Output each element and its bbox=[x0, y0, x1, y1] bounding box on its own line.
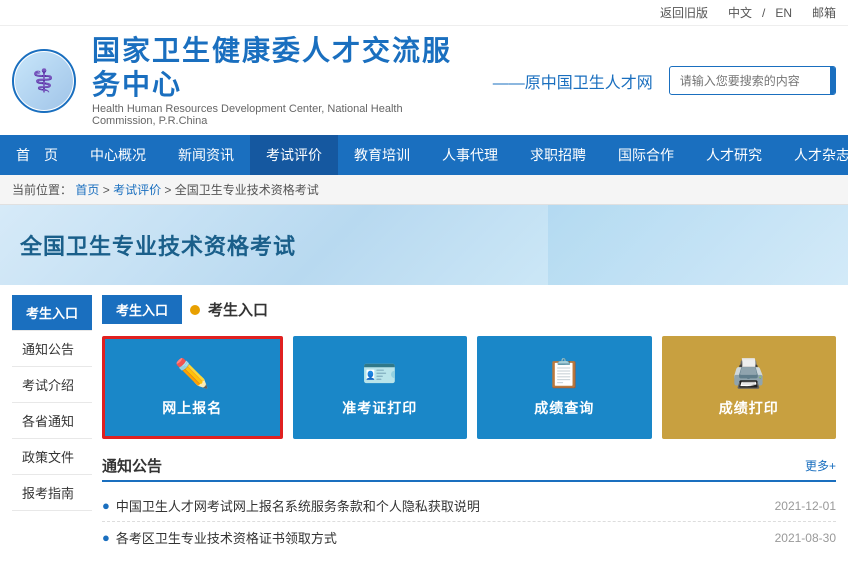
main-content: 考生入口 通知公告 考试介绍 各省通知 政策文件 报考指南 考生入口 考生入口 … bbox=[0, 285, 848, 565]
sidebar: 考生入口 通知公告 考试介绍 各省通知 政策文件 报考指南 bbox=[12, 295, 92, 553]
banner: 全国卫生专业技术资格考试 bbox=[0, 205, 848, 285]
sidebar-item-notice[interactable]: 通知公告 bbox=[12, 331, 92, 367]
sidebar-item-policy[interactable]: 政策文件 bbox=[12, 439, 92, 475]
online-register-button[interactable]: ✏️ 网上报名 bbox=[102, 336, 283, 439]
register-label: 网上报名 bbox=[162, 398, 222, 418]
lang-cn-link[interactable]: 中文 bbox=[728, 4, 752, 21]
header: ⚕️ 国家卫生健康委人才交流服务中心 Health Human Resource… bbox=[0, 26, 848, 135]
action-grid: ✏️ 网上报名 🪪 准考证打印 📋 成绩查询 🖨️ 成绩打印 bbox=[102, 336, 836, 439]
main-nav: 首 页 中心概况 新闻资讯 考试评价 教育培训 人事代理 求职招聘 国际合作 人… bbox=[0, 135, 848, 175]
section-tab[interactable]: 考生入口 bbox=[102, 295, 182, 324]
header-title-en: Health Human Resources Development Cente… bbox=[92, 103, 469, 127]
breadcrumb-exam[interactable]: 考试评价 bbox=[113, 183, 161, 197]
notice-date-1: 2021-12-01 bbox=[775, 499, 836, 513]
content-area: 考生入口 考生入口 ✏️ 网上报名 🪪 准考证打印 📋 成绩查询 🖨️ 成绩打印 bbox=[92, 295, 836, 553]
logo-inner: ⚕️ bbox=[15, 52, 73, 110]
nav-news[interactable]: 新闻资讯 bbox=[162, 135, 250, 175]
score-print-button[interactable]: 🖨️ 成绩打印 bbox=[662, 336, 837, 439]
nav-home[interactable]: 首 页 bbox=[0, 135, 74, 175]
score-print-label: 成绩打印 bbox=[719, 398, 779, 418]
lang-en-link[interactable]: EN bbox=[775, 6, 792, 20]
header-slogan: ——原中国卫生人才网 bbox=[493, 69, 653, 93]
notice-bullet: ● bbox=[102, 530, 110, 545]
admit-card-label: 准考证打印 bbox=[342, 398, 417, 418]
notice-link-2[interactable]: 各考区卫生专业技术资格证书领取方式 bbox=[116, 528, 765, 547]
nav-research[interactable]: 人才研究 bbox=[690, 135, 778, 175]
notice-link-1[interactable]: 中国卫生人才网考试网上报名系统服务条款和个人隐私获取说明 bbox=[116, 496, 765, 515]
admit-card-icon: 🪪 bbox=[362, 357, 397, 390]
breadcrumb-prefix: 当前位置： bbox=[12, 183, 72, 197]
admit-card-button[interactable]: 🪪 准考证打印 bbox=[293, 336, 468, 439]
nav-exam[interactable]: 考试评价 bbox=[250, 135, 338, 175]
register-icon: ✏️ bbox=[175, 357, 210, 390]
search-button[interactable]: 🔍 bbox=[830, 67, 836, 94]
mail-link[interactable]: 邮箱 bbox=[812, 4, 836, 21]
breadcrumb-sep1: > bbox=[103, 183, 113, 197]
section-header: 考生入口 考生入口 bbox=[102, 295, 836, 324]
notice-section-header: 通知公告 更多+ bbox=[102, 455, 836, 482]
nav-hr[interactable]: 人事代理 bbox=[426, 135, 514, 175]
old-version-link[interactable]: 返回旧版 bbox=[660, 4, 708, 21]
header-title-cn: 国家卫生健康委人才交流服务中心 bbox=[92, 34, 469, 101]
top-bar: 返回旧版 中文 / EN 邮箱 bbox=[0, 0, 848, 26]
notice-more-link[interactable]: 更多+ bbox=[805, 457, 836, 474]
nav-education[interactable]: 教育培训 bbox=[338, 135, 426, 175]
search-input[interactable] bbox=[670, 69, 830, 93]
nav-overview[interactable]: 中心概况 bbox=[74, 135, 162, 175]
score-query-label: 成绩查询 bbox=[534, 398, 594, 418]
notice-item: ● 各考区卫生专业技术资格证书领取方式 2021-08-30 bbox=[102, 522, 836, 553]
score-query-button[interactable]: 📋 成绩查询 bbox=[477, 336, 652, 439]
section-title: 考生入口 bbox=[208, 299, 268, 320]
score-print-icon: 🖨️ bbox=[731, 357, 766, 390]
sidebar-item-intro[interactable]: 考试介绍 bbox=[12, 367, 92, 403]
banner-bg bbox=[548, 205, 848, 285]
breadcrumb-home[interactable]: 首页 bbox=[75, 183, 99, 197]
header-search: 🔍 bbox=[669, 66, 836, 95]
nav-jobs[interactable]: 求职招聘 bbox=[514, 135, 602, 175]
notice-section-title: 通知公告 bbox=[102, 455, 162, 476]
section-dot bbox=[190, 305, 200, 315]
score-query-icon: 📋 bbox=[547, 357, 582, 390]
logo-icon: ⚕️ bbox=[30, 68, 57, 94]
notice-bullet: ● bbox=[102, 498, 110, 513]
notice-date-2: 2021-08-30 bbox=[775, 531, 836, 545]
nav-magazine[interactable]: 人才杂志 bbox=[778, 135, 848, 175]
nav-international[interactable]: 国际合作 bbox=[602, 135, 690, 175]
sidebar-item-province[interactable]: 各省通知 bbox=[12, 403, 92, 439]
sidebar-item-guide[interactable]: 报考指南 bbox=[12, 475, 92, 511]
logo-area: ⚕️ bbox=[12, 49, 76, 113]
header-title-block: 国家卫生健康委人才交流服务中心 Health Human Resources D… bbox=[92, 34, 469, 127]
breadcrumb: 当前位置： 首页 > 考试评价 > 全国卫生专业技术资格考试 bbox=[0, 175, 848, 205]
lang-slash: / bbox=[762, 6, 765, 20]
logo-circle: ⚕️ bbox=[12, 49, 76, 113]
breadcrumb-sep2: > bbox=[164, 183, 174, 197]
breadcrumb-current: 全国卫生专业技术资格考试 bbox=[175, 183, 319, 197]
notice-item: ● 中国卫生人才网考试网上报名系统服务条款和个人隐私获取说明 2021-12-0… bbox=[102, 490, 836, 522]
sidebar-tab-candidate[interactable]: 考生入口 bbox=[12, 295, 92, 331]
